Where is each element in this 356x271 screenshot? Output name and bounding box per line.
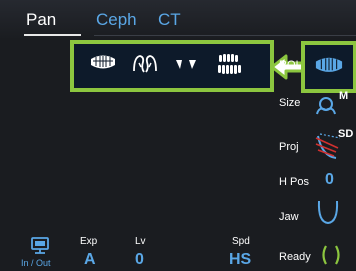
ready-label: Ready (279, 251, 311, 263)
proj-button[interactable]: SD (312, 126, 354, 162)
dentition-icon (218, 54, 241, 74)
size-button[interactable]: M (312, 90, 352, 116)
ready-indicator (318, 242, 344, 268)
lv-value[interactable]: 0 (135, 251, 144, 269)
spd-label: Spd (232, 236, 250, 247)
jaw-button[interactable] (315, 198, 341, 226)
in-out-button[interactable] (29, 236, 51, 256)
ready-indicator-icon (322, 245, 340, 265)
exp-value[interactable]: A (84, 251, 96, 269)
roi-selected-button[interactable] (301, 41, 356, 93)
roi-incisors-button[interactable] (172, 53, 200, 75)
full-arch-icon (91, 55, 115, 69)
proj-badge: SD (338, 128, 354, 140)
in-out-icon (31, 237, 49, 254)
active-tab-underline (24, 34, 81, 36)
hpos-label: H Pos (279, 176, 309, 188)
size-badge: M (339, 90, 349, 102)
spd-value[interactable]: HS (229, 251, 251, 269)
xray-panel-screen: Pan Ceph CT ROI Size M Proj SD H Pos 0 J… (0, 0, 356, 271)
roi-full-arch-button[interactable] (89, 53, 117, 75)
jaw-shape-icon (317, 200, 339, 225)
tab-pan[interactable]: Pan (26, 10, 56, 30)
roi-dentition-button[interactable] (214, 53, 242, 75)
full-arch-icon (315, 57, 343, 72)
incisor-pair-icon (176, 60, 196, 69)
tab-ceph[interactable]: Ceph (96, 10, 137, 30)
tab-separator (94, 35, 356, 36)
roi-label: ROI (279, 59, 299, 71)
lv-label: Lv (135, 236, 146, 247)
hpos-value[interactable]: 0 (325, 171, 334, 189)
proj-label: Proj (279, 141, 299, 153)
tmj-icon (133, 55, 157, 73)
in-out-label: In / Out (21, 258, 51, 268)
size-label: Size (279, 97, 301, 109)
tab-ct[interactable]: CT (158, 10, 181, 30)
roi-tmj-button[interactable] (131, 53, 159, 75)
exp-label: Exp (80, 236, 98, 247)
jaw-label: Jaw (279, 211, 299, 223)
